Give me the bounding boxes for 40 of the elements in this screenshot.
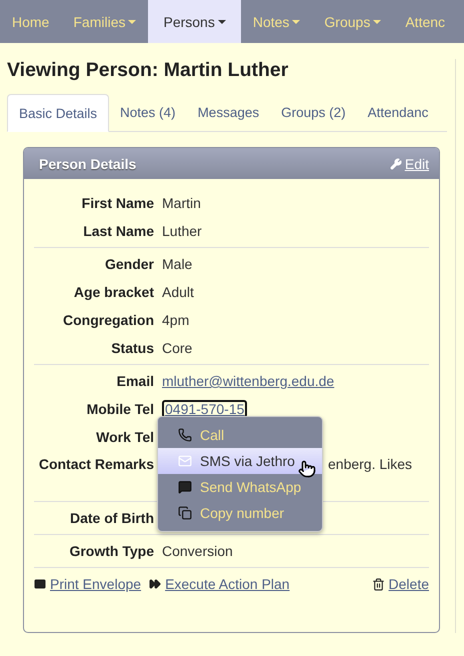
field-label: Status [111, 340, 154, 356]
field-label: Email [116, 373, 154, 389]
field-label: Growth Type [69, 543, 154, 559]
action-link[interactable]: Print Envelope [34, 576, 142, 592]
tab[interactable]: Groups (2) [270, 94, 357, 131]
wrench-icon [390, 158, 402, 170]
field-label: First Name [82, 195, 154, 211]
phone-icon [178, 428, 192, 442]
trash-icon [372, 578, 385, 590]
field-label: Age bracket [74, 284, 154, 300]
tab[interactable]: Messages [186, 94, 270, 131]
email-link[interactable]: mluther@wittenberg.edu.de [162, 373, 334, 389]
speech-bubble-icon [178, 480, 192, 494]
field-label: Contact Remarks [38, 456, 154, 472]
page-heading: Viewing Person: Martin Luther [7, 59, 290, 82]
field-value: enberg. Likes [328, 456, 412, 472]
delete-link[interactable]: Delete [372, 576, 429, 592]
tab[interactable]: Attendanc [356, 94, 440, 131]
hand-cursor-icon [298, 460, 316, 478]
field-value: Conversion [162, 543, 234, 559]
field-label: Congregation [63, 312, 154, 328]
field-value: Martin [162, 195, 202, 211]
field-value: Adult [162, 284, 195, 300]
copy-icon [178, 506, 192, 520]
field-value: Luther [162, 223, 203, 239]
field-label: Mobile Tel [86, 401, 154, 417]
panel-title: Person Details [39, 156, 136, 172]
field-value: 4pm [162, 312, 190, 328]
fast-forward-icon [149, 578, 162, 590]
field-label: Gender [104, 256, 154, 272]
nav-item[interactable]: Persons [148, 0, 241, 43]
field-value: Male [162, 256, 194, 272]
field-label: Last Name [83, 223, 154, 239]
action-link[interactable]: Execute Action Plan [149, 576, 290, 592]
field-value: Core [162, 340, 194, 356]
tab[interactable]: Basic Details [7, 94, 110, 132]
menu-item[interactable]: SMS via Jethro [158, 448, 322, 474]
field-label: Date of Birth [70, 510, 154, 526]
tab[interactable]: Notes (4) [109, 94, 187, 131]
field-label: Work Tel [96, 429, 154, 445]
